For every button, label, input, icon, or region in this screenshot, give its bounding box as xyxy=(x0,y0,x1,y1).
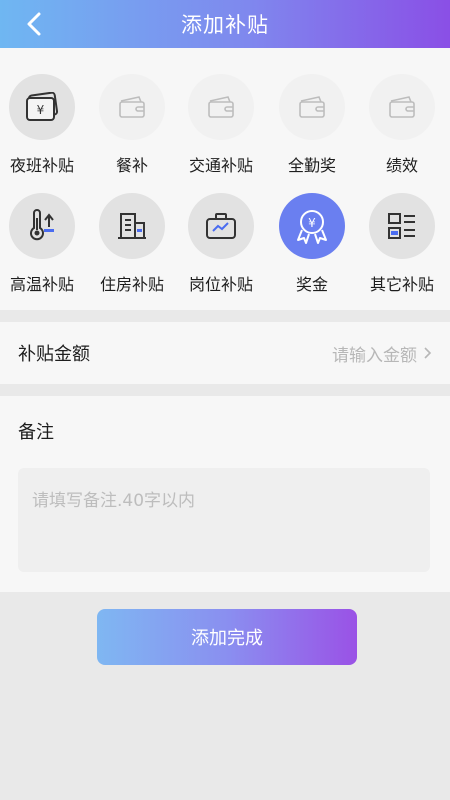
notes-section: 备注 请填写备注.40字以内 xyxy=(0,396,450,592)
icon-circle xyxy=(188,74,254,140)
chevron-left-icon xyxy=(27,12,41,36)
icon-circle xyxy=(279,74,345,140)
allowance-label: 全勤奖 xyxy=(287,156,336,175)
notes-placeholder: 请填写备注.40字以内 xyxy=(32,491,196,511)
allowance-tile-transport[interactable]: 交通补贴 xyxy=(181,74,261,176)
allowance-type-grid: ¥ 夜班补贴 餐补 交通补贴 全勤奖 绩效 高温补贴 住房补贴 岗位补贴 ¥ 奖… xyxy=(0,48,450,310)
svg-text:¥: ¥ xyxy=(37,103,45,117)
icon-circle xyxy=(99,74,165,140)
page-title: 添加补贴 xyxy=(181,13,269,37)
medal-icon: ¥ xyxy=(297,210,327,244)
allowance-label: 住房补贴 xyxy=(99,275,164,294)
allowance-tile-night-shift[interactable]: ¥ 夜班补贴 xyxy=(2,74,82,176)
thermometer-icon xyxy=(30,209,54,241)
allowance-label: 交通补贴 xyxy=(188,156,253,175)
back-button[interactable] xyxy=(18,8,50,40)
icon-circle xyxy=(369,193,435,259)
allowance-label: 餐补 xyxy=(115,156,148,175)
amount-row[interactable]: 补贴金额 请输入金额 xyxy=(0,322,450,384)
icon-circle xyxy=(188,193,254,259)
wallet-icon xyxy=(389,96,415,118)
allowance-label: 岗位补贴 xyxy=(188,275,253,294)
icon-circle: ¥ xyxy=(279,193,345,259)
chevron-right-icon xyxy=(424,347,432,359)
allowance-tile-bonus[interactable]: ¥ 奖金 xyxy=(272,193,352,295)
submit-button[interactable]: 添加完成 xyxy=(97,609,357,665)
wallet-icon xyxy=(299,96,325,118)
amount-placeholder: 请输入金额 xyxy=(332,345,417,366)
icon-circle xyxy=(99,193,165,259)
allowance-tile-heat[interactable]: 高温补贴 xyxy=(2,193,82,295)
money-card-icon: ¥ xyxy=(26,92,59,121)
icon-circle xyxy=(9,193,75,259)
allowance-label: 绩效 xyxy=(385,156,418,175)
notes-title: 备注 xyxy=(18,422,54,443)
notes-textarea[interactable]: 请填写备注.40字以内 xyxy=(18,468,430,572)
allowance-tile-housing[interactable]: 住房补贴 xyxy=(92,193,172,295)
allowance-tile-attendance[interactable]: 全勤奖 xyxy=(272,74,352,176)
icon-circle xyxy=(369,74,435,140)
allowance-label: 高温补贴 xyxy=(9,275,74,294)
allowance-tile-meal[interactable]: 餐补 xyxy=(92,74,172,176)
allowance-tile-performance[interactable]: 绩效 xyxy=(362,74,442,176)
allowance-tile-other[interactable]: 其它补贴 xyxy=(362,193,442,295)
allowance-tile-position[interactable]: 岗位补贴 xyxy=(181,193,261,295)
building-icon xyxy=(118,213,146,239)
amount-input[interactable]: 请输入金额 xyxy=(332,341,432,366)
briefcase-icon xyxy=(206,213,236,239)
header-bar: 添加补贴 xyxy=(0,0,450,48)
amount-label: 补贴金额 xyxy=(18,344,90,365)
wallet-icon xyxy=(208,96,234,118)
wallet-icon xyxy=(119,96,145,118)
allowance-label: 夜班补贴 xyxy=(9,156,74,175)
allowance-label: 奖金 xyxy=(295,275,328,294)
list-grid-icon xyxy=(388,213,415,239)
svg-text:¥: ¥ xyxy=(308,216,316,230)
icon-circle: ¥ xyxy=(9,74,75,140)
allowance-label: 其它补贴 xyxy=(369,275,434,294)
